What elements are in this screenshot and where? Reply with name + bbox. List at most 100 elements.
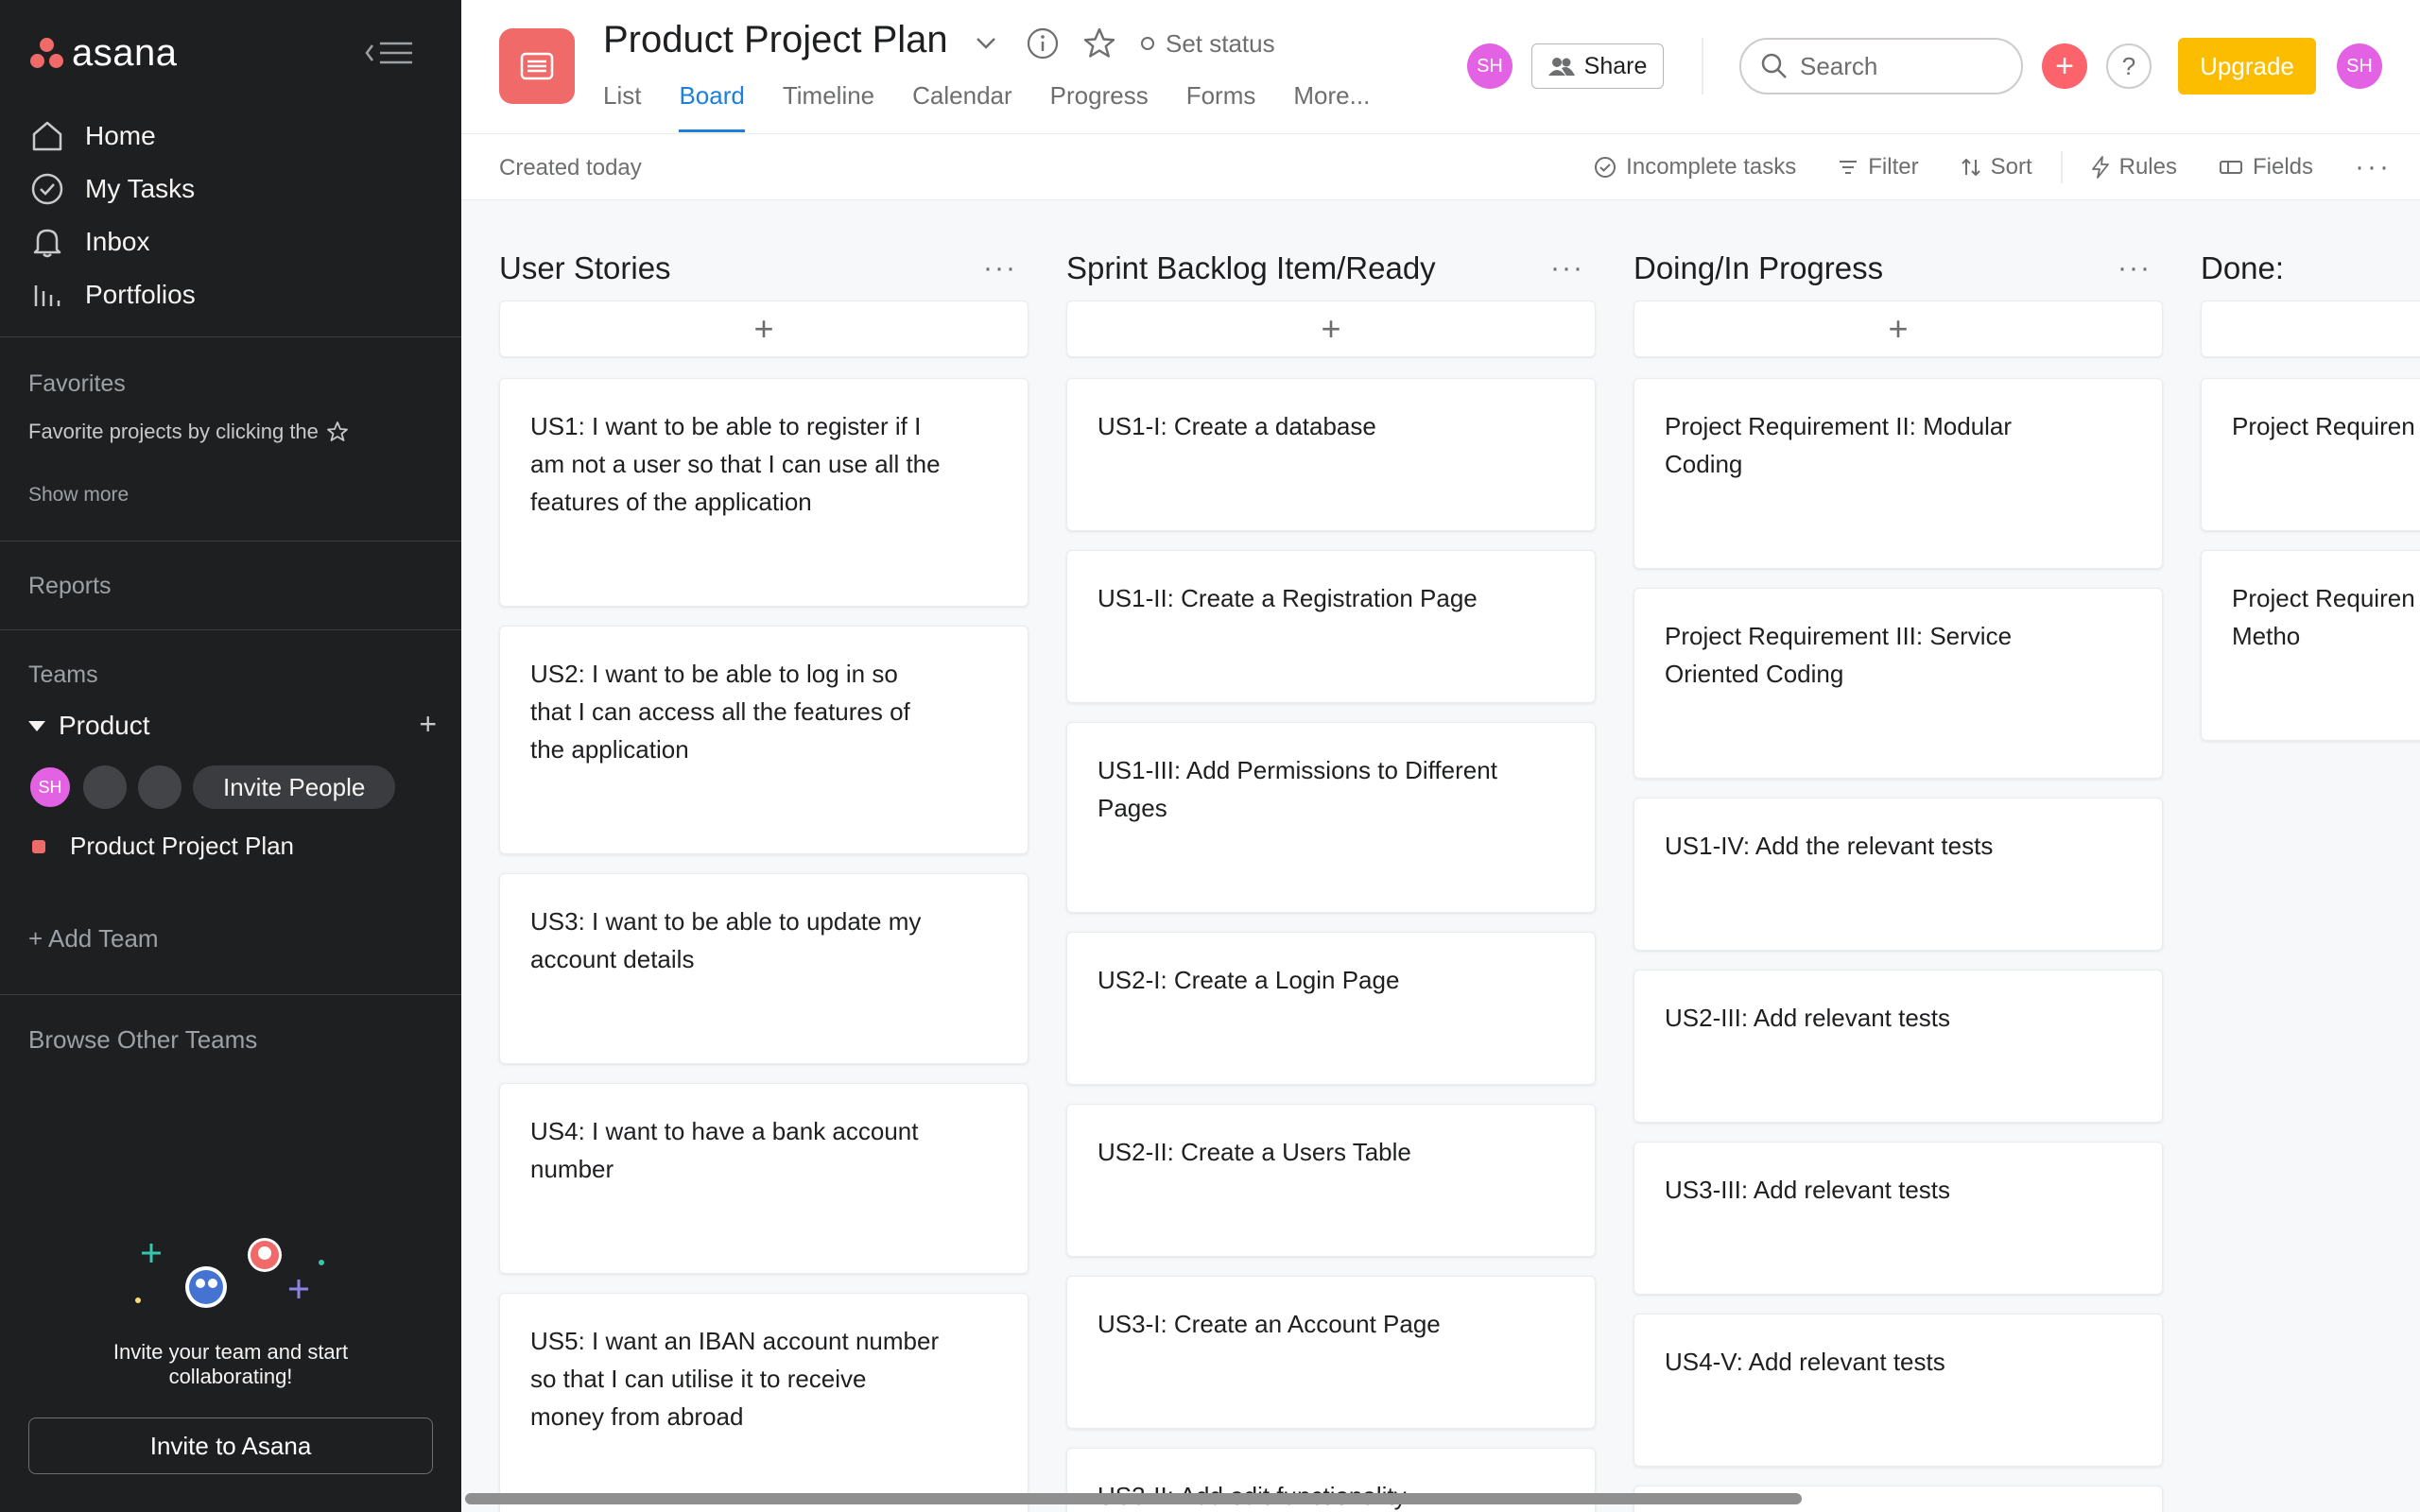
task-card[interactable]: US2-I: Create a Login Page [1066, 932, 1596, 1085]
tab-calendar[interactable]: Calendar [912, 77, 1012, 132]
add-task-button[interactable]: + [1634, 301, 2163, 357]
search-input[interactable] [1800, 51, 1989, 81]
user-avatar[interactable]: SH [2337, 43, 2382, 89]
tab-forms[interactable]: Forms [1186, 77, 1256, 132]
task-card[interactable]: US3-III: Add relevant tests [1634, 1142, 2163, 1295]
task-card[interactable]: US5: I want an IBAN account number so th… [499, 1293, 1028, 1512]
sidebar-item-inbox[interactable]: Inbox [28, 215, 425, 268]
asana-logo-icon [28, 36, 66, 70]
chevron-down-icon[interactable] [967, 25, 1005, 62]
search-box[interactable] [1739, 38, 2023, 94]
tab-more[interactable]: More... [1293, 77, 1370, 132]
task-card[interactable]: US4-V: Add relevant tests [1634, 1314, 2163, 1467]
favorites-hint-text: Favorite projects by clicking the [28, 420, 319, 443]
team-members: SH Invite People [28, 765, 396, 809]
avatar-placeholder [83, 765, 127, 809]
sidebar-project-item[interactable]: Product Project Plan [32, 832, 294, 861]
fields-button[interactable]: Fields [2219, 154, 2313, 180]
task-card[interactable]: US4: I want to have a bank account numbe… [499, 1083, 1028, 1274]
bar-chart-icon [28, 276, 66, 314]
avatar-placeholder [138, 765, 182, 809]
check-circle-icon [1595, 157, 1616, 178]
more-options-icon[interactable]: ··· [2355, 151, 2392, 183]
tool-label: Incomplete tasks [1626, 154, 1797, 180]
sidebar-item-portfolios[interactable]: Portfolios [28, 268, 425, 321]
add-to-team-icon[interactable]: + [419, 707, 437, 742]
more-options-icon[interactable]: ··· [2118, 252, 2163, 284]
tab-progress[interactable]: Progress [1050, 77, 1149, 132]
project-name: Product Project Plan [70, 832, 295, 860]
tab-board[interactable]: Board [679, 77, 746, 132]
task-card[interactable]: US2-II: Create a Users Table [1066, 1104, 1596, 1257]
team-product[interactable]: Product + [28, 705, 437, 747]
column-title[interactable]: Sprint Backlog Item/Ready [1066, 250, 1436, 286]
help-button[interactable]: ? [2106, 43, 2152, 89]
rules-button[interactable]: Rules [2091, 154, 2177, 180]
title-actions: Set status [967, 25, 1275, 62]
share-button[interactable]: Share [1531, 43, 1664, 89]
upgrade-button[interactable]: Upgrade [2178, 38, 2316, 94]
task-card[interactable]: Project Requirement III: Service Oriente… [1634, 588, 2163, 779]
sidebar-item-label: Home [85, 121, 156, 150]
column-header: User Stories ··· [499, 248, 1028, 289]
sidebar-item-label: Portfolios [85, 280, 196, 309]
task-card[interactable]: Project Requiren and TDD Metho [2201, 550, 2420, 741]
column-title[interactable]: Doing/In Progress [1634, 250, 1883, 286]
sort-button[interactable]: Sort [1961, 154, 2032, 180]
invite-people-button[interactable]: Invite People [193, 765, 396, 809]
sort-icon [1961, 158, 1980, 177]
reports-link[interactable]: Reports [28, 573, 112, 600]
sidebar-item-home[interactable]: Home [28, 110, 425, 163]
project-color-icon [32, 839, 45, 853]
asana-logo[interactable]: asana [28, 30, 177, 76]
incomplete-tasks-filter[interactable]: Incomplete tasks [1594, 154, 1796, 180]
column-title[interactable]: Done: [2201, 250, 2284, 286]
home-icon [28, 117, 66, 155]
logo-text: asana [72, 31, 178, 74]
task-card[interactable]: US2-III: Add relevant tests [1634, 970, 2163, 1123]
favorites-hint: Favorite projects by clicking the [28, 420, 349, 444]
filter-button[interactable]: Filter [1838, 154, 1919, 180]
browse-teams-link[interactable]: Browse Other Teams [28, 1025, 257, 1055]
set-status-button[interactable]: Set status [1141, 29, 1275, 59]
task-card[interactable]: US3-I: Create an Account Page [1066, 1276, 1596, 1429]
sidebar-item-my-tasks[interactable]: My Tasks [28, 163, 425, 215]
sidebar-divider [0, 629, 461, 630]
column-header: Doing/In Progress ··· [1634, 248, 2163, 289]
collapse-sidebar-icon[interactable] [363, 34, 416, 72]
task-card[interactable]: US1-IV: Add the relevant tests [1634, 798, 2163, 951]
quick-add-button[interactable]: + [2042, 43, 2087, 89]
column-header: Done: [2201, 248, 2420, 289]
task-card[interactable]: US1-III: Add Permissions to Different Pa… [1066, 722, 1596, 913]
tab-timeline[interactable]: Timeline [783, 77, 874, 132]
more-options-icon[interactable]: ··· [1550, 252, 1596, 284]
star-icon[interactable] [1080, 25, 1118, 62]
column-title[interactable]: User Stories [499, 250, 671, 286]
task-card[interactable]: US2: I want to be able to log in so that… [499, 626, 1028, 854]
tab-list[interactable]: List [603, 77, 641, 132]
add-team-button[interactable]: + Add Team [28, 924, 159, 954]
more-options-icon[interactable]: ··· [983, 252, 1028, 284]
teams-title: Teams [28, 662, 98, 688]
project-list-icon[interactable] [499, 28, 575, 104]
add-task-button[interactable]: + [1066, 301, 1596, 357]
sidebar-divider [0, 994, 461, 995]
task-card[interactable]: US3: I want to be able to update my acco… [499, 873, 1028, 1064]
project-title[interactable]: Product Project Plan [603, 19, 948, 61]
task-card[interactable]: US1-I: Create a database [1066, 378, 1596, 531]
task-card[interactable]: Project Requirement II: Modular Coding [1634, 378, 2163, 569]
task-card[interactable]: US1: I want to be able to register if I … [499, 378, 1028, 607]
share-label: Share [1583, 52, 1648, 79]
invite-to-asana-button[interactable]: Invite to Asana [28, 1418, 433, 1474]
task-card[interactable]: Project Requiren [2201, 378, 2420, 531]
avatar[interactable]: SH [28, 765, 72, 809]
set-status-label: Set status [1166, 28, 1275, 58]
add-task-button[interactable] [2201, 301, 2420, 357]
task-card[interactable]: US1-II: Create a Registration Page [1066, 550, 1596, 703]
project-member-avatar[interactable]: SH [1467, 43, 1512, 89]
tool-label: Sort [1990, 154, 2032, 180]
add-task-button[interactable]: + [499, 301, 1028, 357]
info-icon[interactable] [1024, 25, 1062, 62]
horizontal-scrollbar[interactable] [465, 1493, 1802, 1504]
show-more-link[interactable]: Show more [28, 484, 129, 507]
